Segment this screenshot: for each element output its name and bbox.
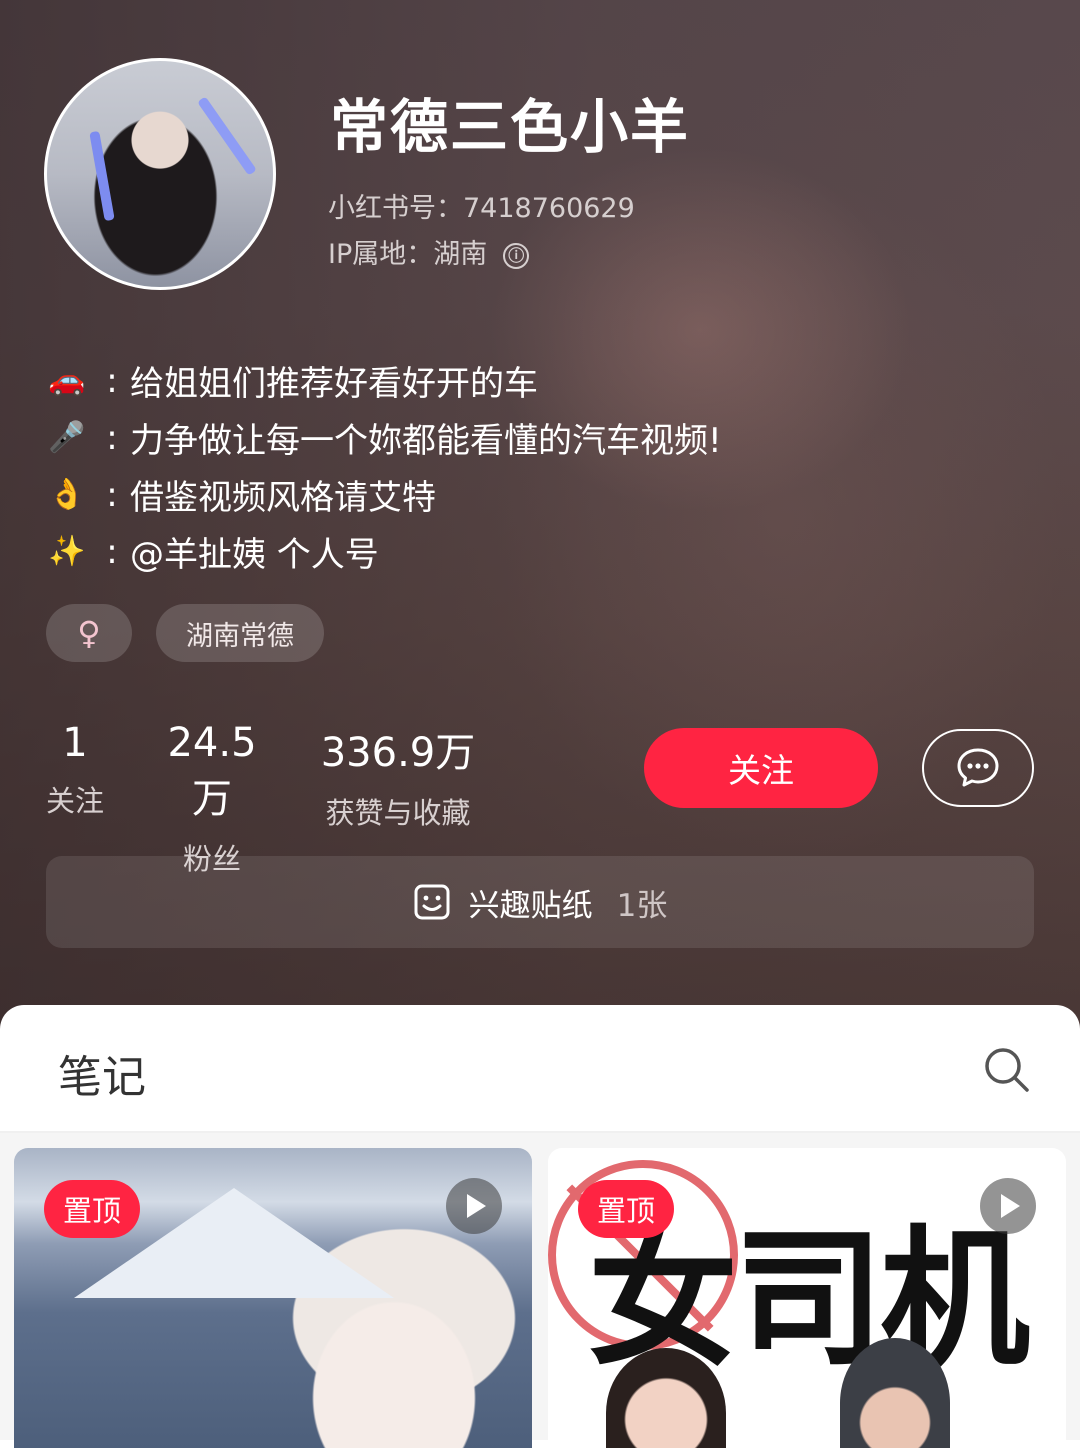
- pinned-badge: 置顶: [578, 1180, 675, 1238]
- lightstick-right: [197, 96, 257, 176]
- stat-following[interactable]: 1 关注: [44, 720, 106, 820]
- sticker-icon: [414, 884, 450, 920]
- bio-line: 👌 : 借鉴视频风格请艾特: [48, 466, 722, 523]
- sticker-label: 兴趣贴纸: [468, 887, 593, 924]
- tab-notes[interactable]: 笔记: [58, 1041, 146, 1105]
- pinned-badge: 置顶: [44, 1180, 141, 1238]
- stat-likes-collects[interactable]: 336.9万 获赞与收藏: [318, 720, 478, 832]
- location-tag[interactable]: 湖南常德: [156, 604, 324, 662]
- car-emoji-icon: 🚗: [48, 363, 86, 398]
- followers-count: 24.5万: [167, 720, 257, 822]
- ip-text: IP属地：湖南: [328, 239, 488, 270]
- profile-bio: 🚗 : 给姐姐们推荐好看好开的车 🎤 : 力争做让每一个妳都能看懂的汽车视频! …: [48, 352, 722, 580]
- sticker-count: 1张: [616, 887, 668, 924]
- bio-mention-text[interactable]: @羊扯姨 个人号: [130, 527, 379, 576]
- avatar[interactable]: [44, 58, 276, 290]
- bio-line: 🚗 : 给姐姐们推荐好看好开的车: [48, 352, 722, 409]
- stat-followers[interactable]: 24.5万 粉丝: [150, 720, 274, 878]
- profile-header: 常德三色小羊 小红书号：7418760629 IP属地：湖南 ⓘ 🚗 : 给姐姐们…: [0, 0, 1080, 1040]
- note-card[interactable]: 女司机 置顶: [548, 1148, 1066, 1448]
- following-count: 1: [62, 720, 88, 766]
- likes-label: 获赞与收藏: [325, 796, 471, 830]
- bio-colon: :: [106, 531, 118, 572]
- chat-bubble-icon: [957, 748, 999, 787]
- profile-ip-location: IP属地：湖南 ⓘ: [328, 232, 530, 271]
- bio-text: 力争做让每一个妳都能看懂的汽车视频!: [130, 421, 722, 461]
- note-card[interactable]: 置顶: [14, 1148, 532, 1448]
- bio-line: ✨ : @羊扯姨 个人号: [48, 523, 722, 580]
- interest-stickers-button[interactable]: 兴趣贴纸 1张: [46, 856, 1034, 948]
- search-button[interactable]: [982, 1045, 1032, 1095]
- bio-colon: :: [106, 474, 118, 515]
- follow-button[interactable]: 关注: [644, 728, 878, 808]
- bio-colon: :: [106, 360, 118, 401]
- likes-count: 336.9万: [320, 730, 476, 776]
- bio-colon: :: [106, 417, 118, 458]
- following-label: 关注: [45, 784, 104, 818]
- sparkles-emoji-icon: ✨: [48, 534, 86, 569]
- info-icon[interactable]: ⓘ: [503, 243, 530, 269]
- search-icon: [985, 1048, 1029, 1092]
- profile-nickname: 常德三色小羊: [330, 93, 691, 161]
- bio-text: 借鉴视频风格请艾特: [130, 478, 436, 518]
- ok-hand-emoji-icon: 👌: [48, 477, 86, 512]
- profile-tags: ♀ 湖南常德: [46, 604, 324, 662]
- microphone-emoji-icon: 🎤: [48, 420, 86, 455]
- message-button[interactable]: [922, 729, 1034, 807]
- bio-text: 给姐姐们推荐好看好开的车: [130, 364, 538, 404]
- lightstick-left: [89, 130, 115, 222]
- profile-id: 小红书号：7418760629: [328, 193, 635, 224]
- gender-female-icon: ♀: [46, 604, 132, 662]
- bio-line: 🎤 : 力争做让每一个妳都能看懂的汽车视频!: [48, 409, 722, 466]
- play-icon: [446, 1178, 502, 1234]
- play-icon: [980, 1178, 1036, 1234]
